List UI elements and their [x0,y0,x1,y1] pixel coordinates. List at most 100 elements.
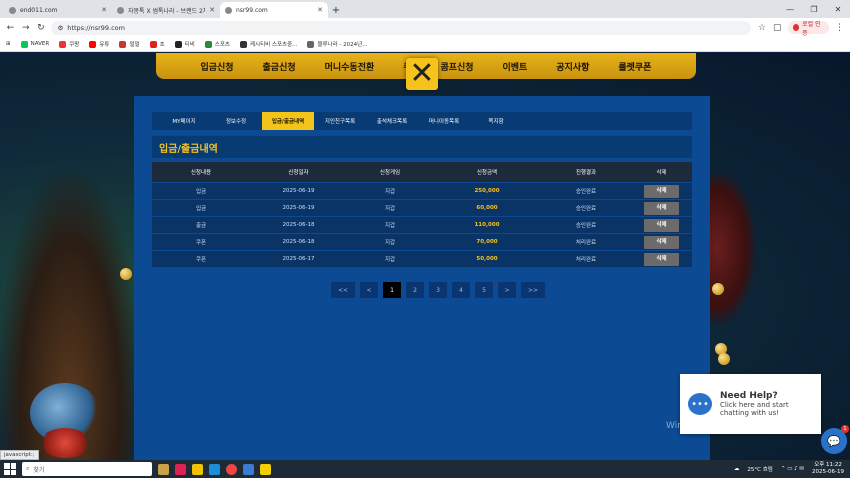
nav-deposit[interactable]: 입금신청 [200,60,233,73]
youtube-icon [89,40,97,48]
bookmark-item[interactable]: 초 [149,40,165,48]
url-field[interactable]: ⚙ https://nsr99.com [51,20,752,35]
tab-deposit-history[interactable]: 입금/출금내역 [262,112,314,130]
nav-withdraw[interactable]: 출금신청 [263,60,296,73]
tab-edit-info[interactable]: 정보수정 [210,112,262,130]
cell-date: 2025-06-19 [282,188,315,194]
forward-icon[interactable]: → [21,23,30,33]
browser-tab-1[interactable]: end011.com ✕ [4,2,112,18]
delete-button[interactable]: 삭제 [644,235,679,249]
search-icon: ⌕ [26,465,30,472]
weather-icon[interactable]: ☁ [734,466,740,472]
last-page-button[interactable]: >> [521,282,545,298]
reload-icon[interactable]: ↻ [36,23,45,33]
bookmark-icon [119,40,127,48]
crab-character-icon [40,428,90,458]
page-button[interactable]: 1 [383,282,401,298]
prev-page-button[interactable]: < [360,282,378,298]
browser-tab-2[interactable]: 자몽톡 X 썸톡나라 - 브랜드 2차 ✕ [112,2,220,18]
close-tab-icon[interactable]: ✕ [317,6,323,14]
file-explorer-icon[interactable] [192,463,203,475]
table-row: 출금 2025-06-18 지갑 110,000 승인완료 삭제 [152,216,692,233]
taskbar-search[interactable]: ⌕ 찾기 [22,462,152,476]
cell-amount: 50,000 [476,256,498,262]
page-button[interactable]: 4 [452,282,470,298]
bookmark-item[interactable]: 멀멀 [119,40,140,48]
page-button[interactable]: 3 [429,282,447,298]
new-tab-icon[interactable]: + [328,2,344,18]
naver-icon [20,40,28,48]
tab-money-move[interactable]: 머니이동목록 [418,112,470,130]
close-icon[interactable]: ✕ [406,58,438,90]
bookmark-item[interactable]: 쿠팡 [59,40,79,48]
bookmark-item[interactable]: 유튜 [89,40,109,48]
bookmark-item[interactable]: 케시티비 스포츠중... [239,40,297,48]
chrome-icon[interactable] [226,463,237,475]
apps-grid-icon[interactable]: ⊞ [6,41,11,47]
delete-button[interactable]: 삭제 [644,218,679,232]
app-icon[interactable] [243,463,254,475]
nav-event[interactable]: 이벤트 [503,60,528,73]
cell-date: 2025-06-18 [282,239,315,245]
browser-tabbar: end011.com ✕ 자몽톡 X 썸톡나라 - 브랜드 2차 ✕ nsr99.c… [0,0,850,18]
cell-amount: 250,000 [474,188,500,194]
nav-money-transfer[interactable]: 머니수동전환 [325,60,375,73]
cell-date: 2025-06-19 [282,205,315,211]
bookmark-item[interactable]: 블루나라 - 2024년... [307,40,367,48]
column-header: 삭제 [656,170,667,176]
nav-roulette-coupon[interactable]: 룰렛쿠폰 [618,60,651,73]
bookmark-item[interactable]: 티비 [174,40,195,48]
site-info-icon[interactable]: ⚙ [57,24,63,32]
edge-icon[interactable] [209,463,220,475]
chat-title: Need Help? [720,391,778,401]
close-window-icon[interactable]: ✕ [826,0,850,18]
windows-start-icon[interactable] [4,463,16,475]
mypage-panel: MY페이지 정보수정 입금/출금내역 지인친구목록 출석체크목록 머니이동목록 … [134,96,710,460]
menu-icon[interactable]: ⋮ [835,23,844,33]
back-icon[interactable]: ← [6,23,15,33]
close-tab-icon[interactable]: ✕ [209,6,215,14]
maximize-icon[interactable]: ❐ [802,0,826,18]
page-button[interactable]: 2 [406,282,424,298]
kakaotalk-icon[interactable] [260,463,271,475]
chat-launcher-button[interactable]: 💬 1 [821,425,849,454]
tray-icons[interactable]: ⌃ ▭ ♪ ✉ [781,466,804,472]
status-bar-url: javascript:; [0,450,39,460]
table-row: 쿠폰 2025-06-17 지갑 50,000 처리완료 삭제 [152,250,692,267]
cell-type: 출금 [195,223,207,229]
close-tab-icon[interactable]: ✕ [101,6,107,14]
bookmark-star-icon[interactable]: ☆ [757,23,766,33]
delete-button[interactable]: 삭제 [644,252,679,266]
app-icon[interactable] [175,463,186,475]
minimize-icon[interactable]: — [778,0,802,18]
delete-button[interactable]: 삭제 [644,201,679,215]
tab-messages[interactable]: 쪽지함 [470,112,522,130]
bookmark-icon [149,40,157,48]
next-page-button[interactable]: > [498,282,516,298]
nav-notice[interactable]: 공지사항 [556,60,589,73]
first-page-button[interactable]: << [331,282,355,298]
cell-amount: 110,000 [474,222,500,228]
column-header: 신청금액 [476,170,498,176]
bookmark-icon [204,40,212,48]
profile-button[interactable]: 로컬 인증 [787,21,829,37]
clock[interactable]: 오후 11:22 2025-06-19 [812,462,844,476]
favicon-icon [9,6,16,14]
tab-friends[interactable]: 지인친구목록 [314,112,366,130]
cell-game: 지갑 [384,206,396,212]
bookmark-item[interactable]: 스포츠 [204,40,230,48]
bookmark-item[interactable]: NAVER [20,40,49,48]
browser-tab-3[interactable]: nsr99.com ✕ [220,2,328,18]
cell-result: 승인완료 [575,189,597,195]
tab-attendance[interactable]: 출석체크목록 [366,112,418,130]
extensions-icon[interactable]: ▢ [773,23,782,33]
column-header: 신청게임 [379,170,401,176]
app-icon[interactable] [158,463,169,475]
page-button[interactable]: 5 [475,282,493,298]
favicon-icon [225,6,232,14]
tab-mypage[interactable]: MY페이지 [158,112,210,130]
nav-comp[interactable]: 콤프신청 [440,60,473,73]
chat-text: chatting with us! [720,409,780,417]
pagination: << < 1 2 3 4 5 > >> [331,282,545,298]
delete-button[interactable]: 삭제 [644,184,679,198]
